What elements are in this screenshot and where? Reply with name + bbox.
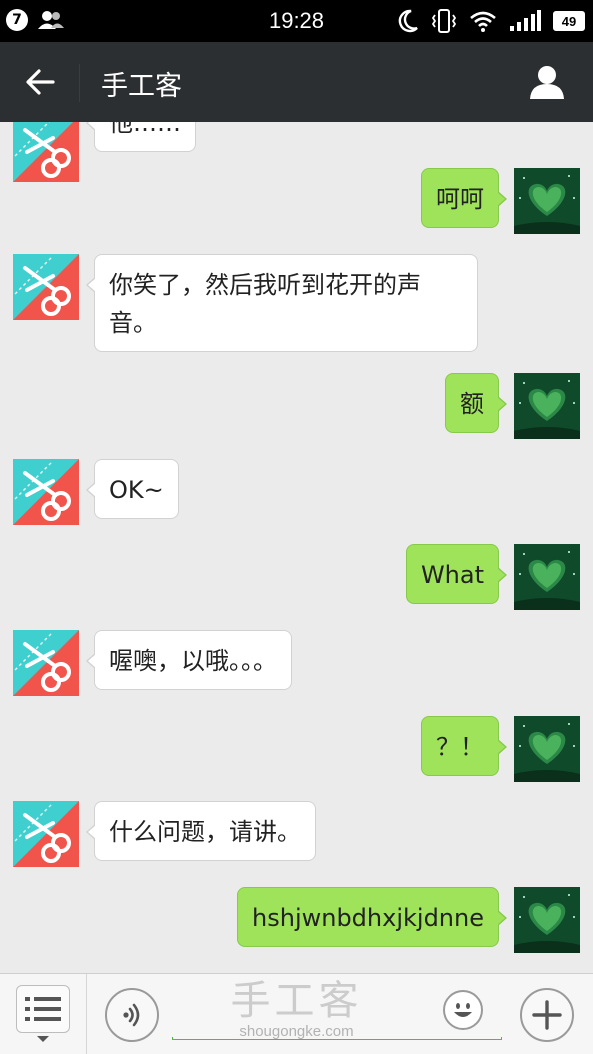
- message-bubble-received[interactable]: 你笑了，然后我听到花开的声音。: [86, 254, 478, 352]
- voice-icon: [123, 1003, 140, 1027]
- bot-avatar[interactable]: [13, 630, 79, 696]
- user-avatar[interactable]: [514, 373, 580, 439]
- menu-list-icon: [25, 997, 61, 1021]
- message-bubble-received[interactable]: 他……: [86, 122, 196, 152]
- status-bar: 7 19:28 49: [0, 0, 593, 42]
- input-underline: [172, 1037, 502, 1040]
- moon-icon: [398, 9, 418, 33]
- heart-forest-avatar-icon: [514, 373, 580, 439]
- heart-forest-avatar-icon: [514, 544, 580, 610]
- emoji-button[interactable]: [443, 990, 483, 1030]
- person-icon: [530, 66, 564, 99]
- message-bubble-received[interactable]: 什么问题，请讲。: [86, 801, 316, 861]
- profile-button[interactable]: [527, 62, 567, 102]
- scissors-icon: [13, 630, 79, 696]
- message-bubble-sent[interactable]: 额: [445, 373, 507, 433]
- message-bubble-sent[interactable]: 呵呵: [421, 168, 507, 228]
- vibrate-icon: [431, 9, 457, 33]
- back-button[interactable]: [20, 62, 60, 102]
- message-list[interactable]: 他…… 呵呵 你笑了，然后我听到花开的声音。 额 OK~ What 喔噢，以哦。…: [0, 122, 593, 973]
- message-bubble-received[interactable]: OK~: [86, 459, 179, 519]
- smiley-icon: [454, 1003, 472, 1017]
- wifi-icon: [470, 11, 496, 32]
- more-actions-button[interactable]: [520, 988, 574, 1042]
- input-bar-divider: [86, 974, 87, 1054]
- status-right: 49: [397, 8, 585, 34]
- scissors-icon: [13, 254, 79, 320]
- plus-icon: [532, 1000, 562, 1030]
- scissors-icon: [13, 122, 79, 182]
- scissors-icon: [13, 801, 79, 867]
- message-bubble-received[interactable]: 喔噢，以哦。。。: [86, 630, 292, 690]
- title-bar: 手工客: [0, 42, 593, 122]
- chat-screen: 7 19:28 49 手工客 他…… 呵呵 你笑了，然后我听到花开的声音。 额 …: [0, 0, 593, 1054]
- voice-button[interactable]: [105, 988, 159, 1042]
- chat-title: 手工客: [101, 71, 182, 102]
- user-avatar[interactable]: [514, 168, 580, 234]
- heart-forest-avatar-icon: [514, 887, 580, 953]
- input-bar: [0, 973, 593, 1054]
- scissors-icon: [13, 459, 79, 525]
- message-bubble-sent[interactable]: hshjwnbdhxjkjdnne: [237, 887, 507, 947]
- heart-forest-avatar-icon: [514, 716, 580, 782]
- message-bubble-sent[interactable]: ？！: [421, 716, 507, 776]
- message-bubble-sent[interactable]: What: [405, 544, 508, 604]
- signal-icon: [510, 10, 541, 31]
- bot-avatar[interactable]: [13, 254, 79, 320]
- user-avatar[interactable]: [514, 544, 580, 610]
- bot-avatar[interactable]: [13, 801, 79, 867]
- user-avatar[interactable]: [514, 716, 580, 782]
- heart-forest-avatar-icon: [514, 168, 580, 234]
- bot-avatar[interactable]: [13, 122, 79, 182]
- user-avatar[interactable]: [514, 887, 580, 953]
- bot-avatar[interactable]: [13, 459, 79, 525]
- title-divider: [79, 64, 80, 102]
- chevron-down-icon: [37, 1036, 49, 1042]
- battery-indicator: 49: [553, 11, 585, 31]
- menu-toggle-button[interactable]: [16, 985, 70, 1033]
- back-arrow-icon: [26, 69, 55, 95]
